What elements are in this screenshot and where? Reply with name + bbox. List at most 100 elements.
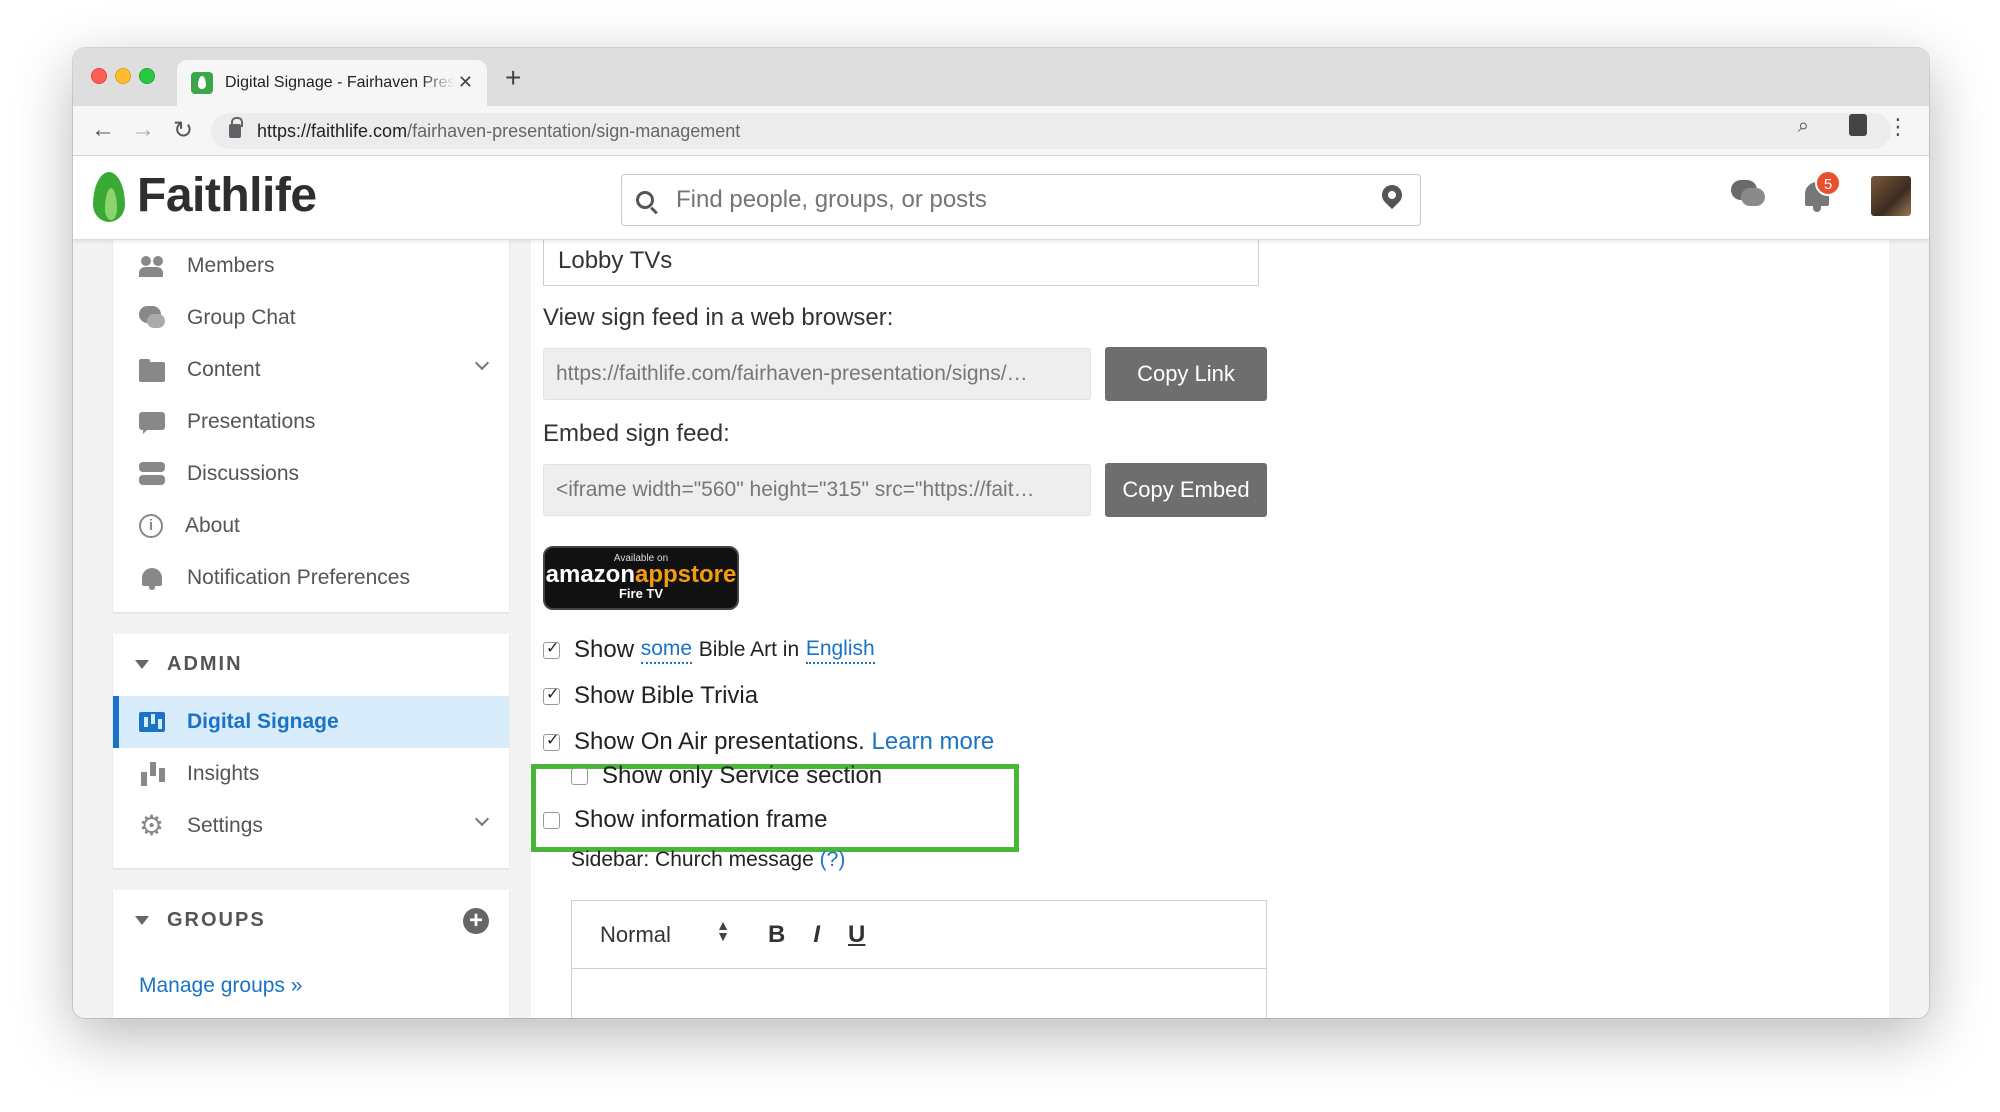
sidebar-item-content[interactable]: Content [113,344,509,396]
bar-chart-icon [139,762,165,786]
groups-section-toggle[interactable]: GROUPS [113,890,509,950]
select-arrows-icon: ▲ ▼ [716,916,730,944]
sidebar-item-insights[interactable]: Insights [113,748,509,800]
service-only-checkbox[interactable] [571,767,588,785]
trivia-checkbox[interactable] [543,684,560,705]
zoom-window-button[interactable] [139,68,155,84]
info-icon: i [139,514,163,538]
flame-logo-icon [91,166,127,224]
on-air-option: Show On Air presentations. Learn more [543,728,994,756]
chevron-down-icon[interactable] [474,811,490,827]
admin-card: ADMIN Digital Signage Insights ⚙ Setting… [113,634,509,868]
tab-title: Digital Signage - Fairhaven Presentation [225,74,455,91]
service-only-option: Show only Service section [571,762,882,790]
sidebar-item-settings[interactable]: ⚙ Settings [113,800,509,852]
sidebar-item-label: Presentations [187,410,316,433]
chevron-down-icon[interactable] [474,355,490,371]
folder-icon [139,358,165,382]
sidebar-item-label: Members [187,254,275,277]
app-header: Faithlife 5 [73,156,1929,240]
reload-icon[interactable]: ↻ [173,116,193,145]
faithlife-favicon-icon [191,72,213,94]
sidebar-item-label: Discussions [187,462,300,485]
info-frame-option: Show information frame [543,806,827,834]
sidebar-message-label: Sidebar: Church message (?) [571,848,845,872]
browser-tab[interactable]: Digital Signage - Fairhaven Presentation… [177,60,487,106]
sidebar-item-label: Content [187,358,261,381]
sidebar-item-label: Insights [187,762,260,785]
info-frame-checkbox[interactable] [543,811,560,829]
url-host: https://faithlife.com [257,120,408,141]
sign-name-field[interactable]: Lobby TVs [543,240,1259,286]
format-value: Normal [600,921,671,947]
location-pin-icon[interactable] [1382,185,1402,213]
admin-title: ADMIN [167,652,243,675]
on-air-checkbox[interactable] [543,730,560,751]
new-tab-icon[interactable]: + [505,62,521,94]
help-link[interactable]: (?) [820,848,846,871]
browser-titlebar: Digital Signage - Fairhaven Presentation… [73,48,1929,106]
browser-window: Digital Signage - Fairhaven Presentation… [73,48,1929,1018]
format-select[interactable]: Normal ▲ ▼ [600,916,740,948]
sidebar-item-presentations[interactable]: Presentations [113,396,509,448]
sidebar-item-label: Digital Signage [187,710,339,733]
forward-arrow-icon[interactable]: → [131,116,155,144]
logo-text: Faithlife [137,168,317,222]
zoom-icon[interactable]: ⌕ [1798,115,1809,138]
add-group-icon[interactable]: + [463,908,489,934]
badge-device-text: Fire TV [618,586,664,601]
messages-icon[interactable] [1731,180,1765,210]
browser-menu-icon[interactable]: ⋮ [1887,114,1909,140]
copy-embed-button[interactable]: Copy Embed [1105,463,1267,517]
message-editor: Normal ▲ ▼ B I U [571,900,1267,1018]
lock-icon [229,117,243,138]
search-box [621,174,1421,226]
user-avatar[interactable] [1871,176,1911,216]
faithlife-logo[interactable]: Faithlife [91,166,317,224]
sidebar-item-label: Group Chat [187,306,296,329]
minimize-window-button[interactable] [115,68,131,84]
close-window-button[interactable] [91,68,107,84]
members-icon [139,254,165,278]
sidebar-item-label: Notification Preferences [187,566,410,589]
service-only-label: Show only Service section [602,762,883,789]
embed-code-field[interactable]: <iframe width="560" height="315" src="ht… [543,464,1091,516]
url-path: /fairhaven-presentation/sign-management [407,120,741,141]
presentation-icon [139,410,165,434]
sidebar-item-members[interactable]: Members [113,240,509,292]
admin-section-toggle[interactable]: ADMIN [113,634,509,694]
learn-more-link[interactable]: Learn more [872,728,995,756]
sidebar-item-label: Settings [187,814,263,837]
bible-art-middle: Bible Art in [698,638,800,661]
back-arrow-icon[interactable]: ← [91,116,115,144]
badge-brand-a: amazon [545,561,635,588]
copy-link-button[interactable]: Copy Link [1105,347,1267,401]
groups-title: GROUPS [167,908,266,931]
triangle-down-icon [135,659,149,669]
bible-art-checkbox[interactable] [543,638,560,659]
extension-icon[interactable] [1849,114,1867,136]
sidebar-item-label: About [185,514,240,537]
discussions-icon [139,462,165,486]
underline-button[interactable]: U [848,921,865,949]
trivia-option: Show Bible Trivia [543,682,758,710]
bold-button[interactable]: B [768,921,785,949]
tab-close-icon[interactable]: ✕ [458,72,473,93]
bible-art-language-dropdown[interactable]: English [805,637,875,664]
amazon-appstore-badge[interactable]: Available on amazonappstore Fire TV [543,546,739,610]
manage-groups-link[interactable]: Manage groups » [139,974,302,998]
sidebar-item-about[interactable]: i About [113,500,509,552]
feed-url-field[interactable]: https://faithlife.com/fairhaven-presenta… [543,348,1091,400]
sidebar-item-notification-preferences[interactable]: Notification Preferences [113,552,509,604]
groups-card: GROUPS + Manage groups » [113,890,509,1018]
search-input[interactable] [674,185,1354,215]
sidebar-item-digital-signage[interactable]: Digital Signage [113,696,509,748]
url-input[interactable]: https://faithlife.com/fairhaven-presenta… [211,113,1891,149]
italic-button[interactable]: I [813,921,820,949]
badge-brand-b: appstore [635,561,737,588]
bible-art-amount-dropdown[interactable]: some [640,637,693,664]
on-air-label: Show On Air presentations. [574,728,865,755]
sidebar-item-discussions[interactable]: Discussions [113,448,509,500]
sidebar-item-group-chat[interactable]: Group Chat [113,292,509,344]
sidebar-message-text: Sidebar: Church message [571,848,814,871]
